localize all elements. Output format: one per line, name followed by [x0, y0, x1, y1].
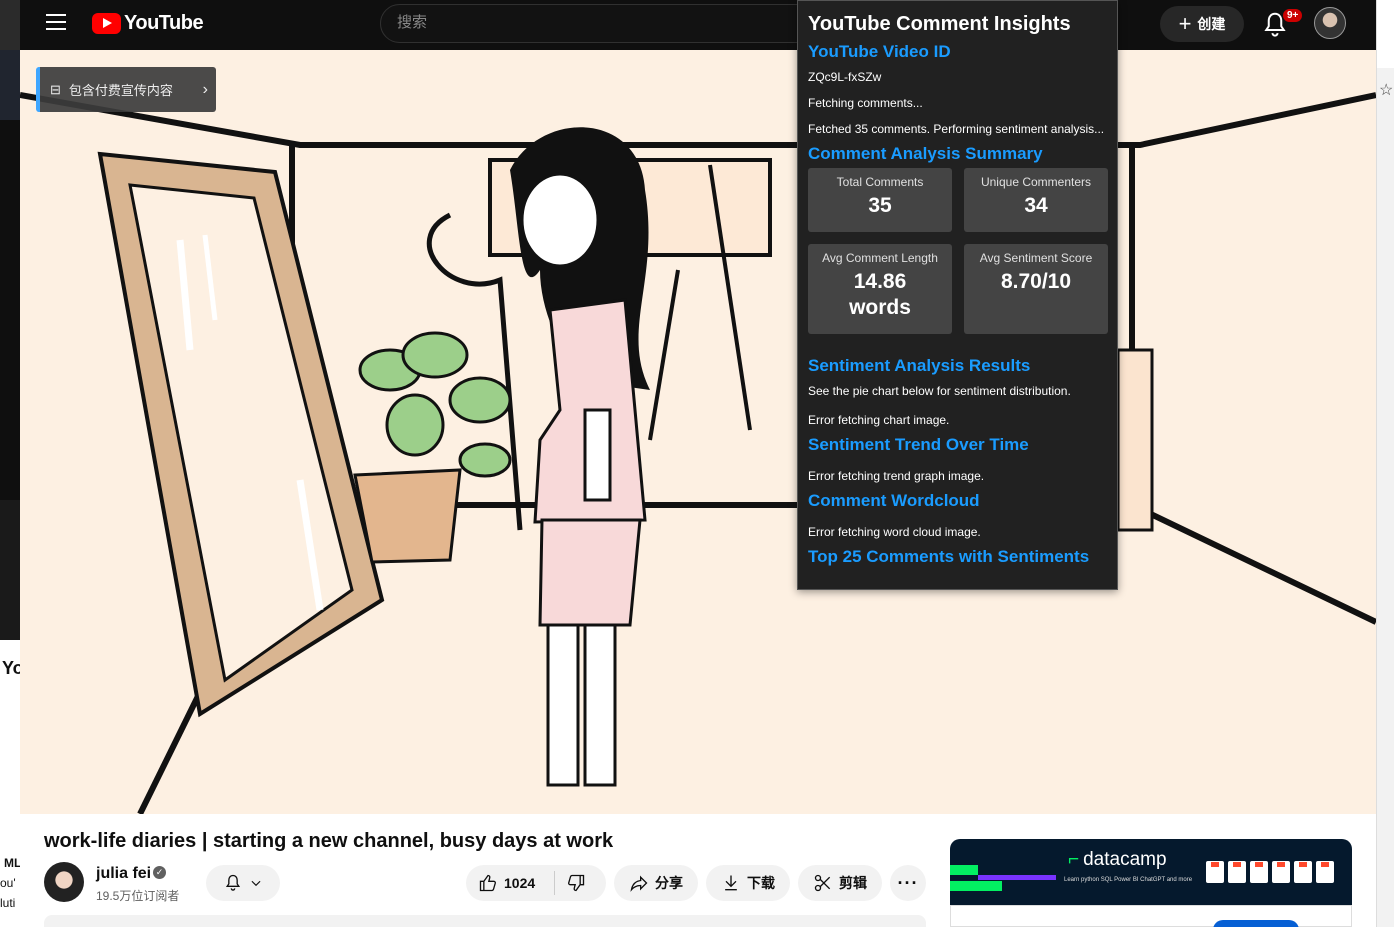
sentiment-heading: Sentiment Analysis Results	[808, 356, 1031, 375]
datacamp-mark-icon: ⌐	[1068, 849, 1080, 870]
ad-card-bottom	[950, 905, 1352, 927]
video-id-value: ZQc9L-fxSZw	[808, 70, 882, 84]
subscriber-count: 19.5万位订阅者	[96, 889, 180, 903]
trend-heading: Sentiment Trend Over Time	[808, 435, 1029, 454]
stat-value: 8.70/10	[1000, 270, 1072, 293]
promo-icon: ⊟	[50, 81, 61, 97]
thumbs-up-icon	[479, 874, 496, 892]
clip-label: 剪辑	[839, 875, 867, 891]
stat-label: Avg Sentiment Score	[979, 251, 1093, 265]
share-label: 分享	[655, 875, 683, 891]
create-button[interactable]: + 创建	[1160, 6, 1244, 42]
chart-error: Error fetching chart image.	[808, 413, 950, 427]
youtube-logo-text: YouTube	[124, 12, 204, 34]
plus-icon: +	[1178, 11, 1192, 36]
youtube-masthead: YouTube + 创建 9+	[20, 0, 1376, 50]
video-player[interactable]: ⊟ 包含付费宣传内容 ›	[20, 50, 1376, 814]
download-button[interactable]: 下载	[706, 865, 790, 901]
bg-window-titlebar	[0, 0, 20, 50]
bell-icon	[225, 874, 241, 891]
bg-text-fragment: Yo	[2, 658, 20, 678]
channel-avatar[interactable]	[44, 862, 84, 902]
stat-card-avg-length: Avg Comment Length 14.86 words	[808, 244, 952, 334]
stat-label: Avg Comment Length	[822, 251, 938, 265]
stat-value: 34	[1024, 194, 1048, 217]
stat-label: Total Comments	[836, 175, 924, 189]
stat-value: 35	[868, 194, 892, 217]
ad-cta-button[interactable]	[1213, 920, 1299, 927]
stat-card-unique-commenters: Unique Commenters 34	[964, 168, 1108, 232]
more-dots-icon: ···	[897, 872, 919, 893]
chevron-right-icon: ›	[202, 80, 208, 98]
status-text: Fetched 35 comments. Performing sentimen…	[808, 122, 1105, 136]
video-title: work-life diaries | starting a new chann…	[44, 830, 614, 852]
thumbs-down-icon[interactable]	[566, 873, 586, 893]
verified-check-icon: ✓	[153, 866, 166, 879]
description-box[interactable]	[44, 915, 926, 927]
youtube-play-icon	[92, 13, 121, 34]
chevron-down-icon	[251, 880, 261, 887]
browser-right-edge: ☆	[1376, 0, 1394, 927]
paid-promotion-badge[interactable]: ⊟ 包含付费宣传内容 ›	[36, 67, 216, 112]
video-frame-illustration	[20, 92, 1376, 814]
stat-label: Unique Commenters	[980, 175, 1092, 189]
background-window: Yo ML ou' luti	[0, 0, 20, 927]
wordcloud-error: Error fetching word cloud image.	[808, 525, 981, 539]
share-arrow-icon	[630, 875, 648, 892]
like-dislike-divider	[554, 871, 555, 895]
download-label: 下载	[747, 875, 775, 891]
hamburger-menu-icon[interactable]	[46, 14, 66, 30]
status-text: Fetching comments...	[808, 96, 923, 110]
clip-button[interactable]: 剪辑	[798, 865, 882, 901]
paid-promo-label: 包含付费宣传内容	[68, 83, 173, 98]
like-button[interactable]: 1024	[466, 865, 606, 901]
summary-heading: Comment Analysis Summary	[808, 144, 1043, 163]
top-comments-heading: Top 25 Comments with Sentiments	[808, 547, 1090, 566]
datacamp-brand: datacamp	[1083, 849, 1167, 870]
datacamp-logo: ⌐ datacamp	[1068, 849, 1167, 871]
channel-name[interactable]: julia fei	[96, 865, 151, 883]
browser-edge-top	[1377, 0, 1394, 68]
summary-stats-grid: Total Comments 35 Unique Commenters 34 A…	[808, 168, 1108, 334]
more-actions-button[interactable]: ···	[890, 865, 926, 901]
panel-title: YouTube Comment Insights	[808, 13, 1071, 35]
ad-subtext: Learn python SQL Power BI ChatGPT and mo…	[1064, 877, 1193, 883]
stat-card-avg-sentiment: Avg Sentiment Score 8.70/10	[964, 244, 1108, 334]
bg-text-fragment: ML	[4, 856, 20, 870]
bg-window-thumbnail	[0, 500, 20, 640]
search-box[interactable]	[380, 4, 820, 43]
comment-insights-panel: YouTube Comment Insights YouTube Video I…	[797, 0, 1118, 590]
wordcloud-heading: Comment Wordcloud	[808, 491, 980, 510]
video-id-heading: YouTube Video ID	[808, 42, 951, 61]
scissors-icon	[814, 874, 831, 892]
download-icon	[725, 875, 737, 891]
stat-card-total-comments: Total Comments 35	[808, 168, 952, 232]
bg-text-fragment: luti	[0, 896, 16, 910]
bg-window-tabs	[0, 50, 20, 120]
sentiment-note: See the pie chart below for sentiment di…	[808, 384, 1071, 398]
share-button[interactable]: 分享	[614, 865, 698, 901]
youtube-logo[interactable]: YouTube	[92, 12, 204, 35]
like-count: 1024	[504, 875, 536, 891]
stat-value: 14.86 words	[849, 270, 911, 319]
bg-window-dark-panel	[0, 120, 20, 500]
search-input[interactable]	[381, 5, 819, 40]
account-avatar[interactable]	[1314, 7, 1346, 39]
notification-badge: 9+	[1283, 9, 1303, 22]
create-label: 创建	[1197, 16, 1226, 32]
subscription-notification-button[interactable]	[206, 865, 280, 901]
bg-text-fragment: ou'	[0, 876, 16, 890]
bookmark-star-icon[interactable]: ☆	[1379, 80, 1393, 100]
trend-error: Error fetching trend graph image.	[808, 469, 985, 483]
